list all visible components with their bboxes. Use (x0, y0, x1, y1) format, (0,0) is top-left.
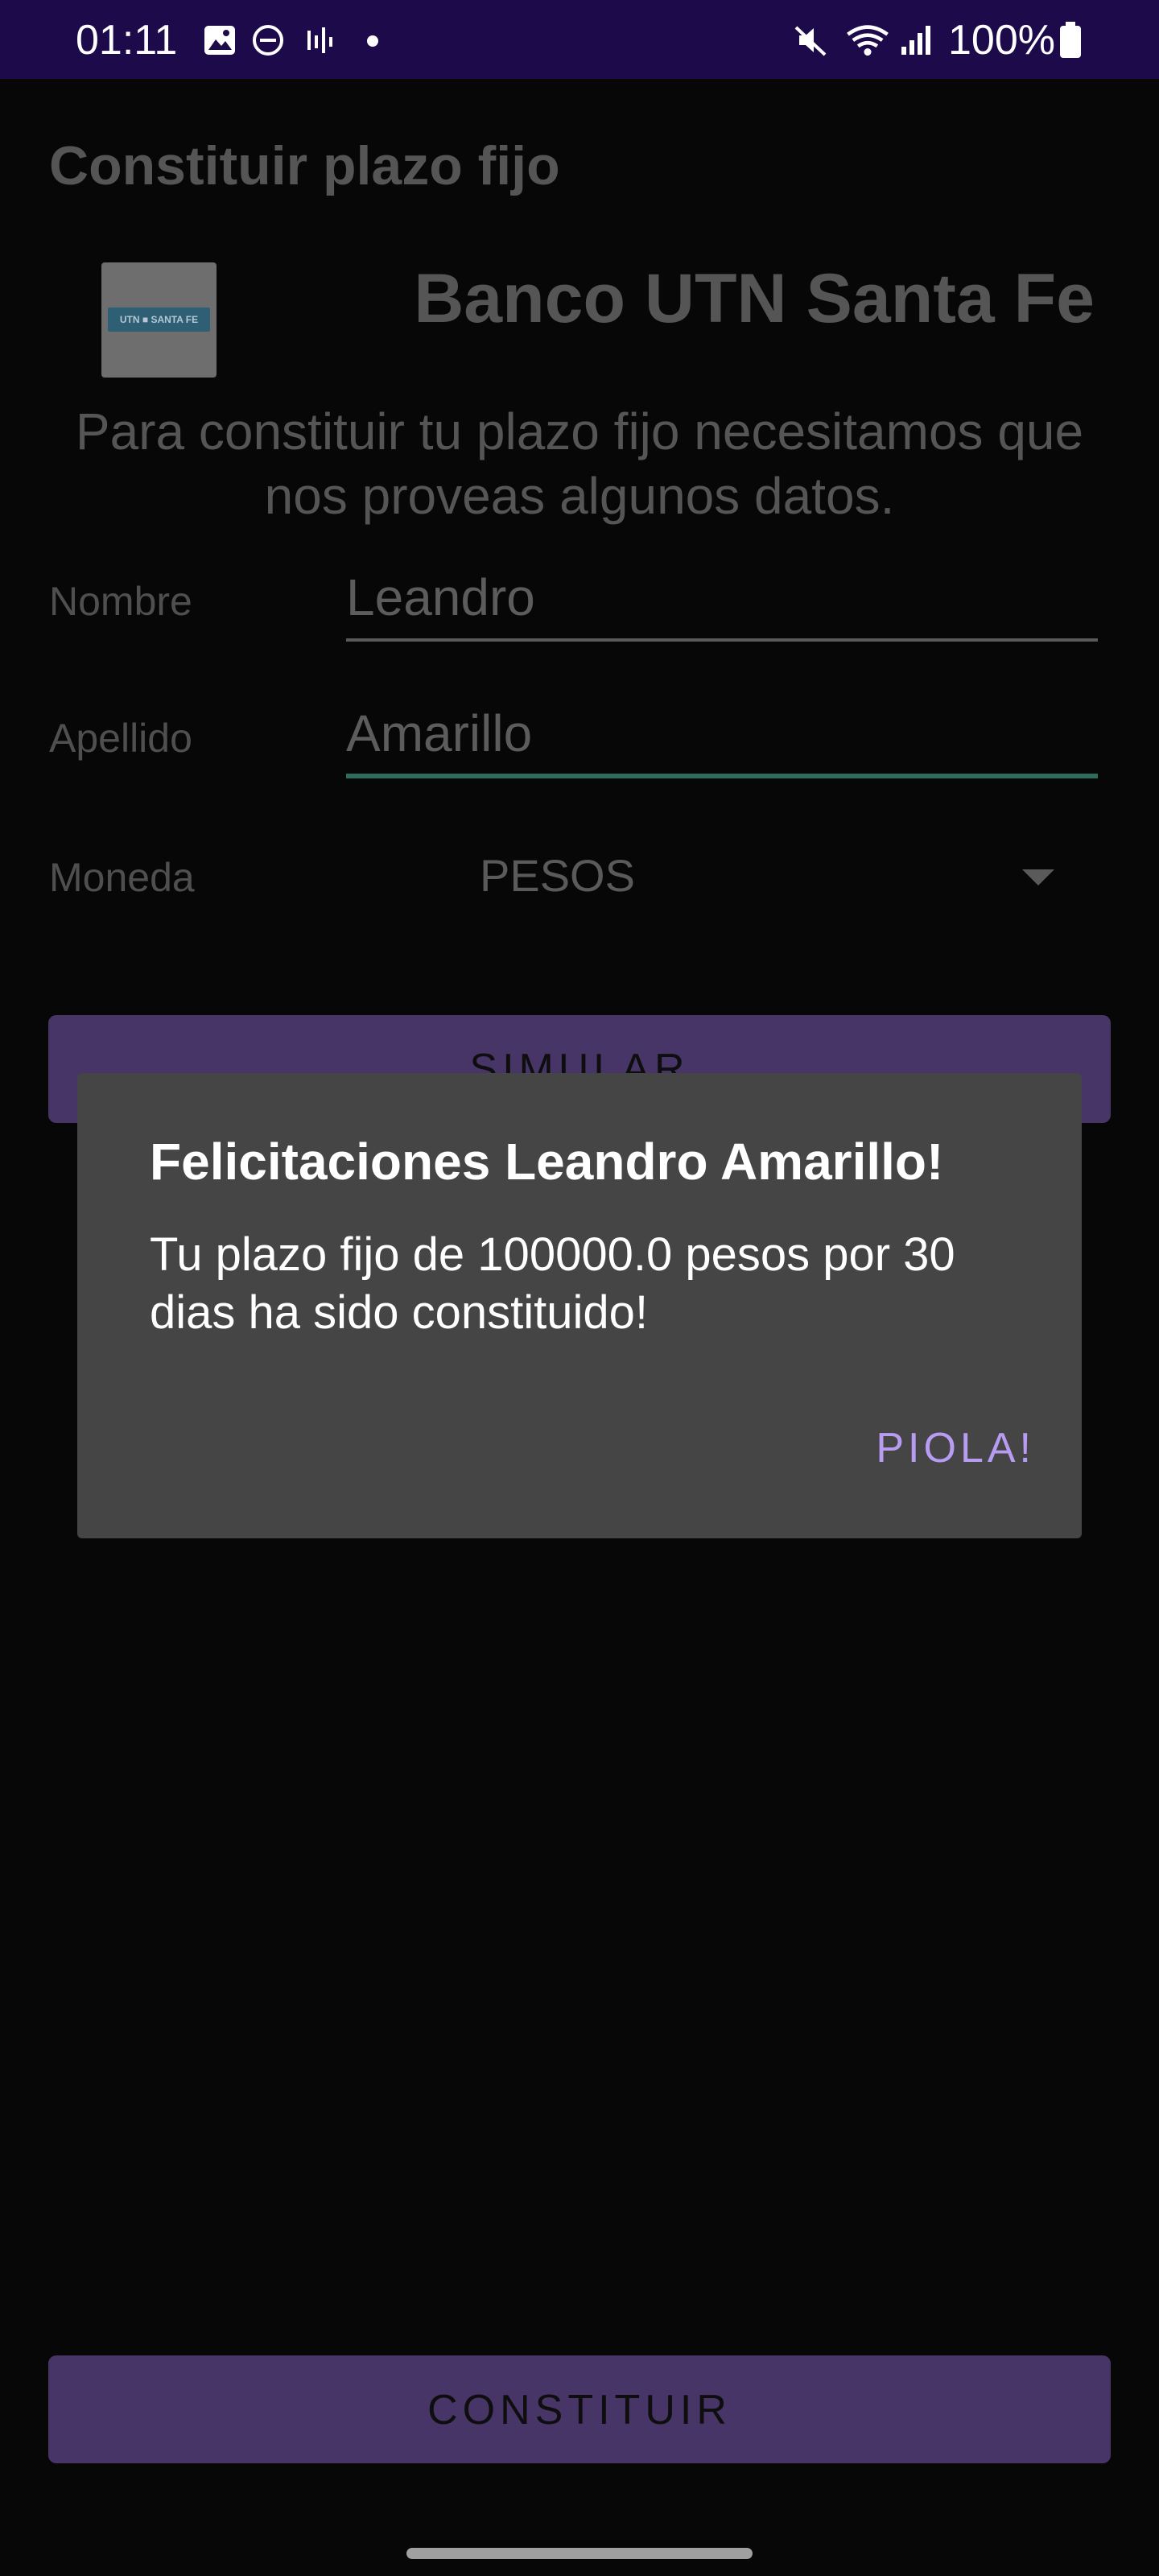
intro-text: Para constituir tu plazo fijo necesitamo… (75, 402, 1084, 525)
dialog-message: Tu plazo fijo de 100000.0 pesos por 30 d… (150, 1228, 955, 1339)
bank-name: Banco UTN Santa Fe (414, 260, 1095, 337)
notification-dot-icon (367, 35, 378, 47)
bank-logo: UTN ■ SANTA FE (101, 262, 217, 378)
battery-icon (1060, 22, 1081, 58)
nombre-input[interactable]: Leandro (346, 568, 1098, 626)
apellido-label: Apellido (49, 716, 192, 761)
image-icon (204, 26, 235, 55)
activity-icon (307, 27, 332, 53)
screen: 01:11 100% Constituir plazo fijo UTN ■ S… (0, 0, 1159, 2576)
piola-button[interactable]: PIOLA! (842, 1424, 1035, 1472)
apellido-underline (346, 774, 1098, 778)
signal-icon (901, 26, 930, 55)
dialog-title: Felicitaciones Leandro Amarillo! (150, 1133, 944, 1191)
do-not-disturb-icon (253, 25, 283, 56)
apellido-input[interactable]: Amarillo (346, 704, 1098, 762)
navigation-handle[interactable] (406, 2548, 753, 2559)
moneda-selected-value: PESOS (480, 850, 635, 901)
wifi-icon (847, 25, 889, 56)
nombre-label: Nombre (49, 579, 192, 624)
alert-dialog: Felicitaciones Leandro Amarillo! Tu plaz… (77, 1073, 1082, 1538)
constituir-button[interactable]: CONSTITUIR (48, 2355, 1111, 2463)
battery-percentage: 100% (948, 17, 1055, 64)
status-bar: 01:11 100% (0, 0, 1159, 79)
bank-logo-text: UTN ■ SANTA FE (108, 308, 210, 332)
mute-icon (794, 26, 827, 56)
nombre-underline (346, 638, 1098, 642)
moneda-label: Moneda (49, 855, 195, 900)
dropdown-arrow-icon (1022, 869, 1054, 886)
page-title: Constituir plazo fijo (49, 135, 560, 196)
status-time: 01:11 (76, 17, 178, 64)
